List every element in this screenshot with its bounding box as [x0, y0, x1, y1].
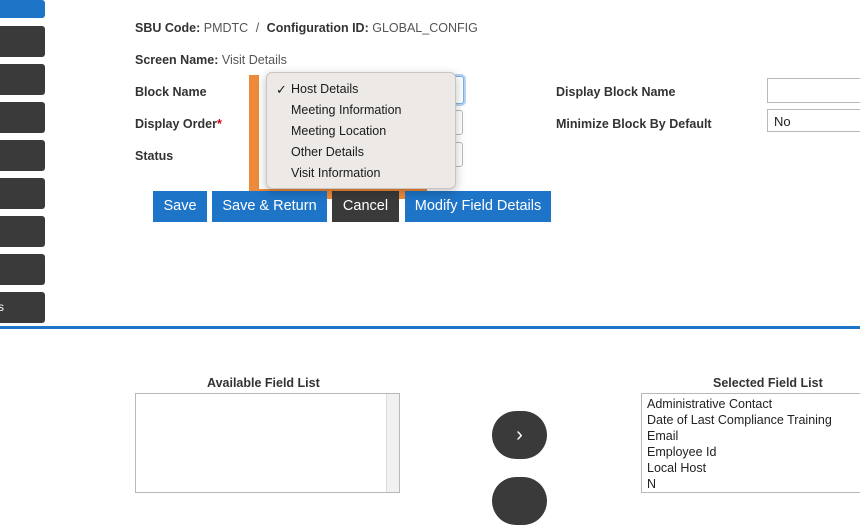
- section-divider: [0, 326, 860, 329]
- block-name-dropdown-menu: ✓ Host Details Meeting Information Meeti…: [266, 72, 456, 189]
- list-item[interactable]: Date of Last Compliance Training: [647, 412, 832, 428]
- move-right-button[interactable]: ›: [492, 411, 547, 459]
- block-name-label: Block Name: [135, 85, 207, 99]
- list-item[interactable]: Local Host: [647, 460, 706, 476]
- breadcrumb-separator: /: [255, 21, 260, 35]
- list-item[interactable]: Email: [647, 428, 678, 444]
- display-order-label: Display Order*: [135, 117, 222, 131]
- save-button[interactable]: Save: [153, 191, 207, 222]
- sidebar: s: [0, 0, 46, 330]
- dropdown-option-other-details[interactable]: Other Details: [291, 142, 364, 163]
- required-mark: *: [216, 117, 222, 131]
- sidebar-item[interactable]: [0, 254, 45, 285]
- status-label: Status: [135, 149, 174, 163]
- sidebar-item-active[interactable]: [0, 0, 45, 18]
- sidebar-item[interactable]: [0, 64, 45, 95]
- dropdown-option-meeting-location[interactable]: Meeting Location: [291, 121, 386, 142]
- cancel-button[interactable]: Cancel: [332, 191, 399, 222]
- screen-name: Screen Name: Visit Details: [135, 53, 287, 67]
- screen-name-value: Visit Details: [221, 53, 287, 67]
- sbu-code-label: SBU Code:: [135, 21, 201, 35]
- configuration-id-value: GLOBAL_CONFIG: [372, 21, 478, 35]
- selected-field-list-title: Selected Field List: [713, 376, 823, 390]
- selected-field-list[interactable]: Administrative Contact Date of Last Comp…: [641, 393, 860, 493]
- modify-field-details-button[interactable]: Modify Field Details: [405, 191, 551, 222]
- minimize-block-select[interactable]: No: [767, 109, 860, 132]
- scrollbar[interactable]: [386, 394, 399, 492]
- list-item[interactable]: N: [647, 476, 656, 492]
- sidebar-item[interactable]: [0, 178, 45, 209]
- sidebar-item[interactable]: [0, 140, 45, 171]
- dropdown-option-visit-information[interactable]: Visit Information: [291, 163, 380, 184]
- dropdown-option-host-details[interactable]: Host Details: [291, 79, 358, 100]
- available-field-list-title: Available Field List: [207, 376, 320, 390]
- sidebar-item[interactable]: [0, 26, 45, 57]
- move-left-button[interactable]: [492, 477, 547, 525]
- sidebar-item[interactable]: s: [0, 292, 45, 323]
- chevron-right-icon: ›: [516, 424, 523, 446]
- available-field-list[interactable]: [135, 393, 400, 493]
- list-item[interactable]: Employee Id: [647, 444, 716, 460]
- config-breadcrumb: SBU Code: PMDTC / Configuration ID: GLOB…: [135, 21, 478, 35]
- list-item[interactable]: Administrative Contact: [647, 396, 772, 412]
- sidebar-item[interactable]: [0, 216, 45, 247]
- save-and-return-button[interactable]: Save & Return: [212, 191, 327, 222]
- minimize-block-label: Minimize Block By Default: [556, 117, 712, 131]
- screen-name-label: Screen Name:: [135, 53, 219, 67]
- configuration-id-label: Configuration ID:: [266, 21, 369, 35]
- display-block-name-label: Display Block Name: [556, 85, 676, 99]
- dropdown-option-meeting-information[interactable]: Meeting Information: [291, 100, 401, 121]
- display-block-name-input[interactable]: [767, 78, 860, 103]
- sidebar-item[interactable]: [0, 102, 45, 133]
- checkmark-icon: ✓: [276, 82, 287, 97]
- sbu-code-value: PMDTC: [203, 21, 249, 35]
